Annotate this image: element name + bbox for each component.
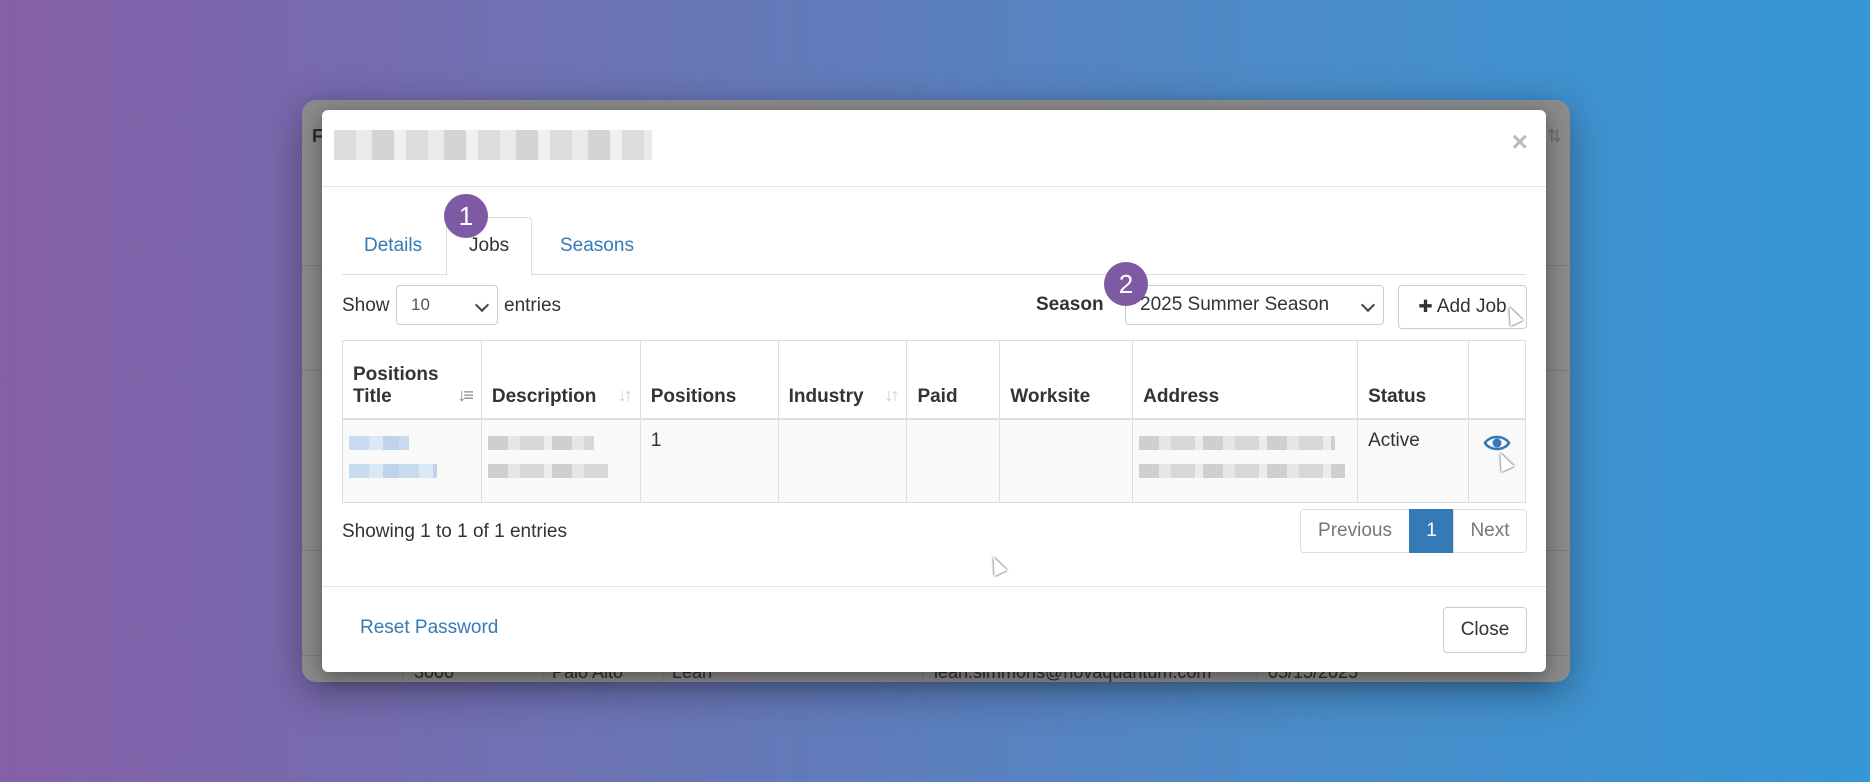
cell-positions: 1 — [639, 418, 779, 503]
chevron-down-icon — [474, 297, 490, 313]
col-label: Description — [491, 385, 597, 407]
entries-label: entries — [504, 284, 561, 328]
col-header-status: Status — [1357, 340, 1469, 420]
redacted-text — [1139, 435, 1336, 450]
close-icon[interactable]: × — [1512, 128, 1528, 156]
cell-positions-title[interactable] — [342, 418, 482, 503]
col-header-positions: Positions — [639, 340, 779, 420]
cell-paid — [906, 418, 1001, 503]
tab-details[interactable]: Details — [342, 218, 444, 274]
plus-icon: ✚ — [1418, 297, 1433, 316]
sort-asc-icon: ↓≡ — [457, 384, 473, 405]
pagination-next[interactable]: Next — [1453, 509, 1527, 553]
col-header-positions-title[interactable]: Positions Title ↓≡ — [342, 340, 482, 420]
modal-footer: Reset Password Close — [322, 586, 1546, 672]
col-label: Status — [1368, 385, 1427, 407]
col-header-industry[interactable]: Industry ↓↑ — [777, 340, 908, 420]
redacted-title-link[interactable] — [349, 463, 437, 478]
season-select[interactable]: 2025 Summer Season — [1125, 285, 1384, 325]
col-label: Positions — [650, 385, 737, 407]
col-label: Industry — [788, 385, 864, 407]
jobs-table: Positions Title ↓≡ Description ↓↑ Position… — [342, 340, 1527, 503]
modal-title-redacted — [334, 130, 652, 160]
entries-label-text: entries — [504, 295, 562, 316]
season-label: Season — [1036, 294, 1104, 315]
entries-select[interactable]: 10 — [396, 285, 498, 325]
step-badge: 2 — [1104, 262, 1148, 306]
col-header-description[interactable]: Description ↓↑ — [480, 340, 641, 420]
add-job-label: Add Job — [1436, 296, 1507, 317]
bg-sort-icon: ⇅ — [1546, 126, 1562, 146]
table-row: 1 Active — [342, 418, 1527, 503]
season-select-value: 2025 Summer Season — [1140, 294, 1330, 315]
cell-industry — [777, 418, 908, 503]
col-header-actions — [1467, 340, 1527, 420]
col-header-address: Address — [1132, 340, 1359, 420]
redacted-title-link[interactable] — [349, 435, 409, 450]
tab-bar: Details Jobs Seasons 1 — [342, 194, 1526, 276]
close-button[interactable]: Close — [1443, 607, 1527, 653]
reset-password-link[interactable]: Reset Password — [360, 617, 498, 639]
step-badge: 1 — [444, 194, 488, 238]
jobs-modal: × Details Jobs Seasons 1 Show 10 entries… — [322, 110, 1546, 672]
pagination-previous[interactable]: Previous — [1300, 509, 1410, 553]
redacted-text — [1139, 463, 1346, 478]
cell-address — [1132, 418, 1359, 503]
sort-icon: ↓↑ — [617, 384, 633, 405]
redacted-text — [487, 463, 608, 478]
sort-icon: ↓↑ — [884, 384, 899, 405]
col-label: Worksite — [1010, 385, 1091, 407]
show-label: Show — [342, 295, 390, 316]
col-header-paid: Paid — [906, 340, 1001, 420]
entries-length-control: Show — [342, 284, 390, 328]
cell-description — [480, 418, 641, 503]
redacted-text — [487, 435, 594, 450]
modal-header: × — [322, 110, 1546, 187]
col-header-worksite: Worksite — [999, 340, 1134, 420]
showing-entries-info: Showing 1 to 1 of 1 entries — [342, 521, 567, 542]
chevron-down-icon — [1360, 297, 1376, 313]
cell-status: Active — [1357, 418, 1469, 503]
cell-worksite — [999, 418, 1134, 503]
entries-select-value: 10 — [411, 295, 430, 314]
col-label: Paid — [917, 385, 958, 407]
col-label: Address — [1143, 385, 1220, 407]
pagination-page-1[interactable]: 1 — [1409, 509, 1454, 553]
tab-seasons[interactable]: Seasons — [538, 218, 656, 274]
col-label: Positions Title — [353, 363, 439, 407]
